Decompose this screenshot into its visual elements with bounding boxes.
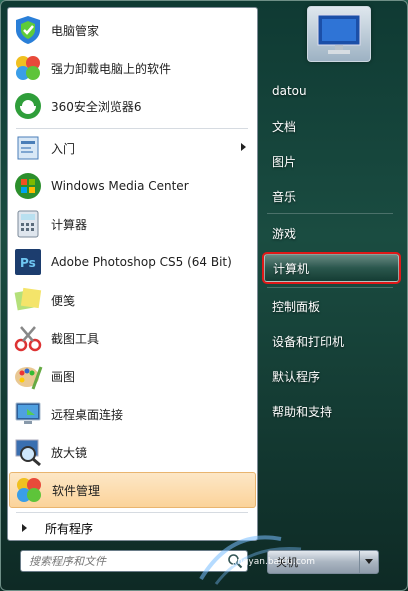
right-item-label: 设备和打印机 bbox=[272, 334, 345, 349]
program-label: 计算器 bbox=[51, 217, 88, 232]
program-label: 入门 bbox=[51, 141, 76, 156]
calculator-icon bbox=[12, 208, 44, 240]
program-item-360-browser[interactable]: 360安全浏览器6 bbox=[9, 88, 256, 124]
program-label: 软件管理 bbox=[52, 483, 101, 498]
program-item-sticky-notes[interactable]: 便笺 bbox=[9, 282, 256, 318]
start-menu: 电脑管家 强力卸载电脑上的软件 360安全浏览器6 入门 Windows Med… bbox=[0, 0, 408, 591]
monitor-icon bbox=[317, 14, 361, 54]
right-item-label: 文档 bbox=[272, 119, 297, 134]
program-item-uninstaller[interactable]: 强力卸载电脑上的软件 bbox=[9, 50, 256, 86]
watermark-text: jingyan.baidu.com bbox=[232, 557, 316, 567]
right-item-label: 图片 bbox=[272, 154, 297, 169]
shutdown-options-arrow-icon[interactable] bbox=[359, 551, 378, 573]
program-label: 强力卸载电脑上的软件 bbox=[51, 61, 172, 76]
program-label: 远程桌面连接 bbox=[51, 407, 124, 422]
right-item-pictures[interactable]: 图片 bbox=[264, 147, 399, 175]
program-label: Adobe Photoshop CS5 (64 Bit) bbox=[51, 255, 232, 269]
getting-started-icon bbox=[12, 132, 44, 164]
program-item-paint[interactable]: 画图 bbox=[9, 358, 256, 394]
right-item-label: 音乐 bbox=[272, 189, 297, 204]
divider bbox=[267, 213, 393, 214]
user-avatar[interactable] bbox=[307, 6, 371, 62]
right-item-label: 帮助和支持 bbox=[272, 404, 333, 419]
right-item-music[interactable]: 音乐 bbox=[264, 182, 399, 210]
uninstaller-icon bbox=[12, 52, 44, 84]
program-item-calculator[interactable]: 计算器 bbox=[9, 206, 256, 242]
program-item-magnifier[interactable]: 放大镜 bbox=[9, 434, 256, 470]
program-item-photoshop[interactable]: Ps Adobe Photoshop CS5 (64 Bit) bbox=[9, 244, 256, 280]
snipping-tool-icon bbox=[12, 322, 44, 354]
svg-text:Ps: Ps bbox=[20, 256, 36, 270]
right-item-label: 默认程序 bbox=[272, 369, 321, 384]
right-item-help-support[interactable]: 帮助和支持 bbox=[264, 397, 399, 425]
submenu-arrow-icon bbox=[241, 143, 246, 151]
program-label: 截图工具 bbox=[51, 331, 100, 346]
right-item-control-panel[interactable]: 控制面板 bbox=[264, 292, 399, 320]
program-label: 360安全浏览器6 bbox=[51, 99, 142, 114]
program-item-remote-desktop[interactable]: 远程桌面连接 bbox=[9, 396, 256, 432]
magnifier-icon bbox=[12, 436, 44, 468]
right-item-label: 计算机 bbox=[273, 261, 310, 276]
program-label: 便笺 bbox=[51, 293, 76, 308]
right-item-computer[interactable]: 计算机 bbox=[264, 254, 399, 282]
right-item-default-programs[interactable]: 默认程序 bbox=[264, 362, 399, 390]
paint-icon bbox=[12, 360, 44, 392]
program-item-media-center[interactable]: Windows Media Center bbox=[9, 168, 256, 204]
all-programs-label: 所有程序 bbox=[45, 521, 94, 536]
photoshop-icon: Ps bbox=[12, 246, 44, 278]
right-item-devices-printers[interactable]: 设备和打印机 bbox=[264, 327, 399, 355]
right-item-label: datou bbox=[272, 84, 307, 98]
right-item-label: 游戏 bbox=[272, 226, 297, 241]
right-item-documents[interactable]: 文档 bbox=[264, 112, 399, 140]
program-item-getting-started[interactable]: 入门 bbox=[9, 130, 256, 166]
program-list-panel: 电脑管家 强力卸载电脑上的软件 360安全浏览器6 入门 Windows Med… bbox=[7, 7, 258, 541]
right-item-games[interactable]: 游戏 bbox=[264, 219, 399, 247]
sticky-notes-icon bbox=[12, 284, 44, 316]
divider bbox=[16, 128, 248, 129]
divider bbox=[267, 287, 393, 288]
program-item-pc-manager[interactable]: 电脑管家 bbox=[9, 12, 256, 48]
browser-360-icon bbox=[12, 90, 44, 122]
program-item-software-manager[interactable]: 软件管理 bbox=[9, 472, 256, 508]
software-manager-icon bbox=[13, 474, 45, 506]
right-item-label: 控制面板 bbox=[272, 299, 321, 314]
program-label: 电脑管家 bbox=[51, 23, 100, 38]
pc-manager-icon bbox=[12, 14, 44, 46]
divider bbox=[16, 512, 248, 513]
remote-desktop-icon bbox=[12, 398, 44, 430]
right-item-user-folder[interactable]: datou bbox=[264, 77, 399, 105]
media-center-icon bbox=[12, 170, 44, 202]
program-label: 放大镜 bbox=[51, 445, 88, 460]
expand-arrow-icon bbox=[22, 524, 27, 532]
program-label: 画图 bbox=[51, 369, 76, 384]
program-label: Windows Media Center bbox=[51, 179, 189, 193]
program-item-snipping-tool[interactable]: 截图工具 bbox=[9, 320, 256, 356]
